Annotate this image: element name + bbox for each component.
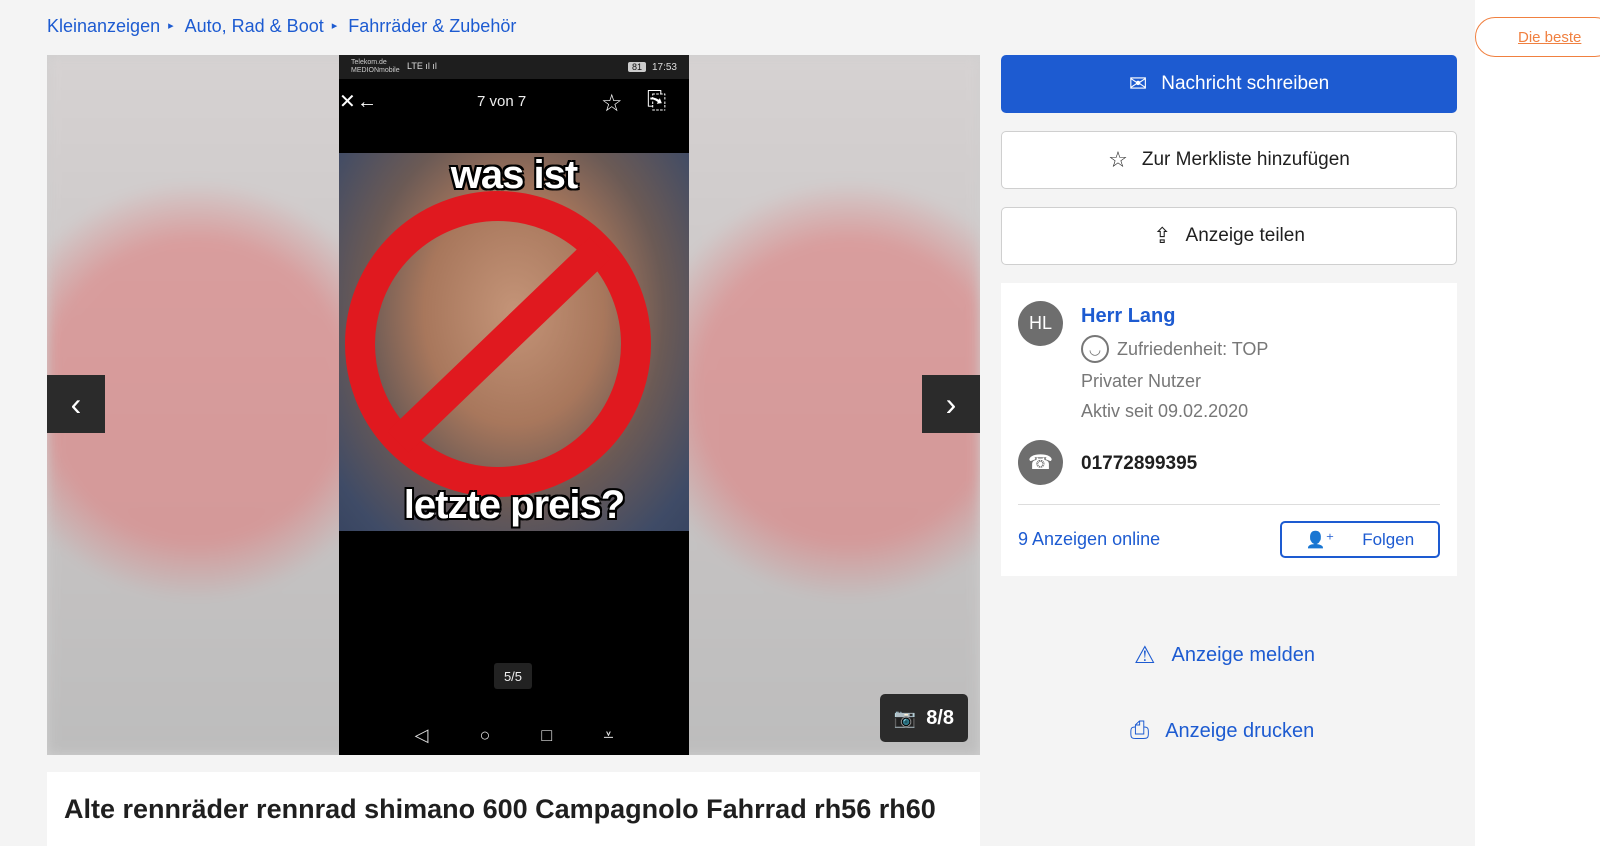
gallery-main-image: Telekom.de MEDIONmobile LTE ıl ıl 81 17:… xyxy=(339,55,689,755)
square-recents-icon: □ xyxy=(541,724,553,745)
print-ad-label: Anzeige drucken xyxy=(1165,719,1315,742)
breadcrumb-subcategory[interactable]: Fahrräder & Zubehör xyxy=(348,16,516,37)
gallery-next-button[interactable]: › xyxy=(922,375,980,433)
breadcrumb-separator-icon: ▸ xyxy=(331,20,338,32)
phone-top-bar: ✕ ← 7 von 7 ☆ ⎘ xyxy=(339,79,689,129)
camera-icon: 📷 xyxy=(893,707,917,728)
breadcrumb-home[interactable]: Kleinanzeigen xyxy=(47,16,160,37)
gallery-count-text: 8/8 xyxy=(926,706,954,729)
chevron-left-icon: ‹ xyxy=(70,385,82,422)
seller-satisfaction: ◡ Zufriedenheit: TOP xyxy=(1081,335,1268,363)
star-icon: ☆ xyxy=(601,90,623,117)
edge-promo-button[interactable]: Die beste xyxy=(1475,17,1600,57)
seller-phone-number[interactable]: 01772899395 xyxy=(1081,453,1197,475)
phone-pager: 5/5 xyxy=(494,663,532,689)
phone-icon: ☎ xyxy=(1018,440,1063,485)
report-ad-label: Anzeige melden xyxy=(1171,644,1315,666)
seller-name[interactable]: Herr Lang xyxy=(1081,305,1175,328)
envelope-icon: ✉ xyxy=(1128,71,1148,96)
phone-battery: 81 xyxy=(627,62,646,72)
add-to-watchlist-button[interactable]: ☆ Zur Merkliste hinzufügen xyxy=(1001,131,1457,189)
phone-status-bar: Telekom.de MEDIONmobile LTE ıl ıl 81 17:… xyxy=(339,55,689,79)
share-ad-button[interactable]: ⇪ Anzeige teilen xyxy=(1001,207,1457,265)
breadcrumb-separator-icon: ▸ xyxy=(168,20,174,32)
share-label: Anzeige teilen xyxy=(1185,225,1305,246)
printer-icon: ⎙ xyxy=(1130,717,1150,744)
meme-image: was ist letzte preis? xyxy=(339,153,689,531)
phone-time: 17:53 xyxy=(651,61,677,73)
write-message-label: Nachricht schreiben xyxy=(1161,73,1330,94)
gallery-prev-button[interactable]: ‹ xyxy=(47,375,105,433)
chevron-right-icon: › xyxy=(945,385,957,422)
star-outline-icon: ☆ xyxy=(1108,147,1128,172)
add-user-icon: 👤⁺ xyxy=(1305,531,1335,549)
breadcrumb-category[interactable]: Auto, Rad & Boot xyxy=(185,16,324,37)
follow-button[interactable]: 👤⁺ Folgen xyxy=(1280,521,1440,558)
phone-signal: LTE ıl ıl xyxy=(407,61,437,71)
seller-type: Privater Nutzer xyxy=(1081,371,1202,391)
satisfaction-text: Zufriedenheit: TOP xyxy=(1117,338,1269,359)
seller-ads-online-link[interactable]: 9 Anzeigen online xyxy=(1018,529,1160,550)
triangle-back-icon: ◁ xyxy=(414,724,429,745)
print-ad-link[interactable]: ⎙ Anzeige drucken xyxy=(1130,717,1314,745)
right-edge-panel xyxy=(1475,0,1600,846)
prohibition-sign-icon xyxy=(345,191,651,497)
watchlist-label: Zur Merkliste hinzufügen xyxy=(1141,149,1350,170)
phone-image-counter: 7 von 7 xyxy=(477,93,527,110)
meme-caption-top: was ist xyxy=(450,153,578,197)
smiley-icon: ◡ xyxy=(1081,335,1109,363)
download-icon: ⩡ xyxy=(603,724,614,745)
phone-carrier: Telekom.de MEDIONmobile xyxy=(351,59,400,74)
avatar: HL xyxy=(1018,301,1063,346)
phone-nav-bar: ◁ ○ □ ⩡ xyxy=(339,715,689,755)
follow-label: Folgen xyxy=(1362,529,1415,549)
report-ad-link[interactable]: ⚠ Anzeige melden xyxy=(1134,641,1315,670)
breadcrumb: Kleinanzeigen ▸ Auto, Rad & Boot ▸ Fahrr… xyxy=(47,16,516,37)
ad-title: Alte rennräder rennrad shimano 600 Campa… xyxy=(64,794,936,824)
meme-caption-bottom: letzte preis? xyxy=(403,483,625,527)
circle-home-icon: ○ xyxy=(479,724,491,745)
ad-title-section: Alte rennräder rennrad shimano 600 Campa… xyxy=(47,772,980,846)
upload-share-icon: ⇪ xyxy=(1153,223,1172,248)
gallery-image-count[interactable]: 📷 8/8 xyxy=(879,694,968,742)
close-icon: ✕ xyxy=(339,91,356,113)
arrow-left-icon: ← xyxy=(357,91,377,113)
divider xyxy=(1018,504,1440,505)
warning-triangle-icon: ⚠ xyxy=(1134,642,1156,669)
seller-active-since: Aktiv seit 09.02.2020 xyxy=(1081,401,1249,421)
write-message-button[interactable]: ✉ Nachricht schreiben xyxy=(1001,55,1457,113)
image-gallery[interactable]: Telekom.de MEDIONmobile LTE ıl ıl 81 17:… xyxy=(47,55,980,755)
seller-card: HL Herr Lang ◡ Zufriedenheit: TOP Privat… xyxy=(1001,283,1457,576)
share-icon: ⎘ xyxy=(647,87,667,114)
